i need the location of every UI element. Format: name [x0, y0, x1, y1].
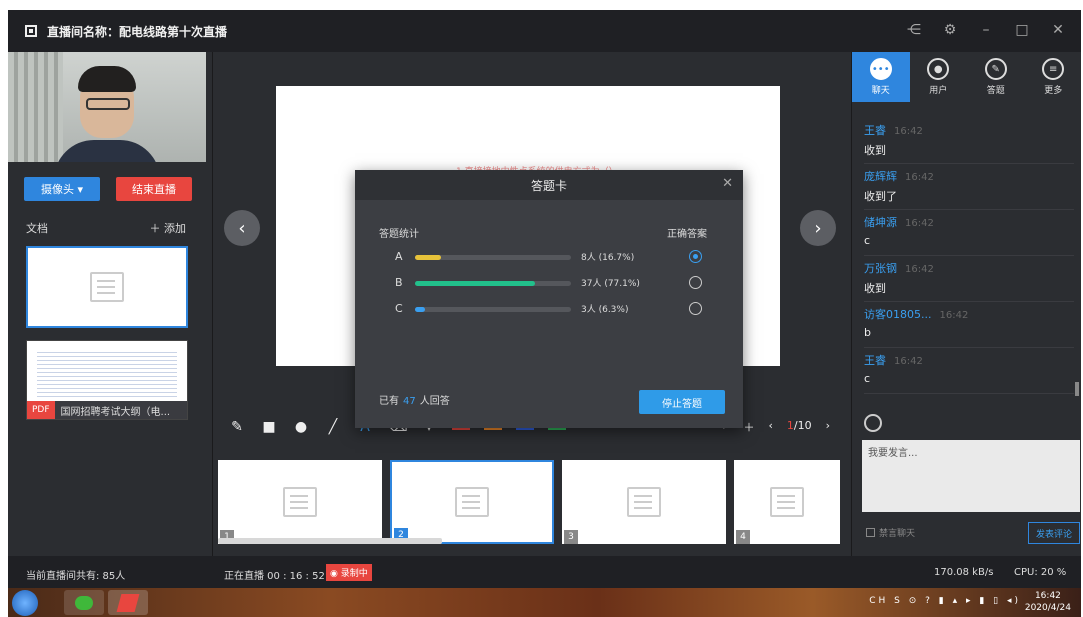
- correct-answer-radio[interactable]: [689, 302, 702, 315]
- slide-thumb-3[interactable]: 3: [562, 460, 726, 544]
- cpu-usage: CPU: 20 %: [1014, 567, 1067, 578]
- previous-slide-button[interactable]: ‹: [224, 210, 260, 246]
- line-tool-icon[interactable]: ╱: [324, 419, 342, 435]
- chat-message: 访客01805... 16:42 b: [864, 302, 1074, 348]
- add-document-button[interactable]: ＋ 添加: [150, 220, 187, 236]
- option-label: C: [395, 302, 403, 315]
- menu-icon: ≡: [1042, 58, 1065, 80]
- ban-chat-toggle[interactable]: 禁言聊天: [866, 526, 915, 539]
- circle-tool-icon[interactable]: ●: [292, 419, 310, 435]
- option-row: C 3人 (6.3%): [379, 300, 719, 320]
- settings-icon[interactable]: ⚙: [941, 22, 959, 38]
- send-comment-button[interactable]: 发表评论: [1028, 522, 1080, 544]
- document-name: 国网招聘考试大纲（电...: [60, 406, 171, 418]
- users-icon: ●: [927, 58, 950, 80]
- tab-more[interactable]: ≡ 更多: [1025, 52, 1082, 102]
- add-page-icon[interactable]: ＋: [743, 419, 754, 435]
- wechat-taskbar-icon[interactable]: [64, 590, 104, 615]
- live-app-taskbar-icon[interactable]: [108, 590, 148, 615]
- documents-label: 文档: [26, 222, 48, 235]
- answered-count: 已有 47 人回答: [379, 396, 450, 407]
- minimize-icon[interactable]: –: [977, 22, 995, 38]
- document-thumb-1[interactable]: [26, 246, 188, 328]
- pdf-badge: PDF: [27, 401, 55, 419]
- option-count: 8人 (16.7%): [581, 253, 635, 263]
- next-slide-button[interactable]: ›: [800, 210, 836, 246]
- stats-label: 答题统计: [379, 229, 419, 240]
- left-panel: 摄像头 ▾ 结束直播 文档 ＋ 添加 PDF 国网招聘考试大纲（电...: [8, 52, 213, 556]
- correct-answer-radio[interactable]: [689, 250, 702, 263]
- rectangle-tool-icon[interactable]: ■: [260, 419, 278, 435]
- camera-button[interactable]: 摄像头 ▾: [24, 177, 100, 201]
- chat-message: 储坤源 16:42 c: [864, 210, 1074, 256]
- document-icon: [90, 272, 124, 302]
- checkbox[interactable]: [866, 528, 875, 537]
- close-icon[interactable]: ✕: [722, 176, 733, 191]
- option-row: A 8人 (16.7%): [379, 248, 719, 268]
- document-icon: [455, 487, 489, 517]
- maximize-icon[interactable]: □: [1013, 22, 1031, 38]
- os-taskbar: CH S ⊙ ? ▮ ▴ ▸ ▮ ▯ ◂) 16:42 2020/4/24: [8, 588, 1081, 617]
- right-panel: ••• 聊天 ● 用户 ✎ 答题 ≡ 更多 王睿 16:42 收到 庞辉辉 16:: [851, 52, 1081, 556]
- slide-thumbnails: 1 2 3 4: [214, 458, 850, 548]
- recording-badge[interactable]: ◉ 录制中: [326, 564, 372, 581]
- document-thumb-2[interactable]: PDF 国网招聘考试大纲（电...: [26, 340, 188, 420]
- thumb-number: 4: [736, 530, 750, 544]
- live-app-window: 直播间名称：配电线路第十次直播 ⋲ ⚙ – □ ✕ 摄像头 ▾ 结束直播 文档 …: [8, 10, 1081, 588]
- system-tray[interactable]: CH S ⊙ ? ▮ ▴ ▸ ▮ ▯ ◂): [869, 596, 1021, 606]
- document-icon: [283, 487, 317, 517]
- chat-icon: •••: [869, 58, 892, 80]
- end-live-button[interactable]: 结束直播: [116, 177, 192, 201]
- pen-icon: ✎: [984, 58, 1007, 80]
- taskbar-clock[interactable]: 16:42 2020/4/24: [1025, 590, 1071, 614]
- close-icon[interactable]: ✕: [1049, 22, 1067, 38]
- option-count: 37人 (77.1%): [581, 279, 640, 289]
- share-icon[interactable]: ⋲: [905, 22, 923, 38]
- document-icon: [770, 487, 804, 517]
- window-title: 直播间名称：配电线路第十次直播: [47, 24, 228, 39]
- start-button-icon[interactable]: [12, 590, 38, 616]
- option-count: 3人 (6.3%): [581, 305, 629, 315]
- chat-message: 王睿 16:42 收到: [864, 118, 1074, 164]
- correct-answer-label: 正确答案: [667, 229, 707, 240]
- slide-thumb-1[interactable]: 1: [218, 460, 382, 544]
- answer-bar: [415, 255, 442, 260]
- pen-tool-icon[interactable]: ✎: [228, 419, 246, 435]
- dialog-title: 答题卡: [530, 178, 567, 193]
- option-label: B: [395, 276, 403, 289]
- document-icon: [627, 487, 661, 517]
- stop-answering-button[interactable]: 停止答题: [639, 390, 725, 414]
- page-next-button[interactable]: ›: [826, 419, 830, 435]
- chat-message: 王睿 16:42 c: [864, 348, 1074, 394]
- option-row: B 37人 (77.1%): [379, 274, 719, 294]
- tab-chat[interactable]: ••• 聊天: [852, 52, 910, 102]
- chat-input[interactable]: 我要发言...: [862, 440, 1080, 512]
- chat-list: 王睿 16:42 收到 庞辉辉 16:42 收到了 储坤源 16:42 c 万张钢 16…: [864, 118, 1074, 394]
- network-speed: 170.08 kB/s: [934, 567, 994, 578]
- live-timer: 正在直播 00 : 16 : 52: [224, 571, 325, 582]
- slide-thumb-2[interactable]: 2: [390, 460, 554, 544]
- correct-answer-radio[interactable]: [689, 276, 702, 289]
- option-label: A: [395, 250, 403, 263]
- thumb-number: 3: [564, 530, 578, 544]
- chat-message: 万张钢 16:42 收到: [864, 256, 1074, 302]
- chat-message: 庞辉辉 16:42 收到了: [864, 164, 1074, 210]
- thumbnail-scrollbar[interactable]: [218, 538, 442, 544]
- slide-thumb-4[interactable]: 4: [734, 460, 840, 544]
- answer-bar: [415, 307, 425, 312]
- status-bar: 当前直播间共有: 85人 正在直播 00 : 16 : 52 ◉ 录制中 170…: [8, 556, 1081, 588]
- camera-preview: [8, 52, 206, 162]
- page-prev-button[interactable]: ‹: [768, 419, 772, 435]
- title-bar: 直播间名称：配电线路第十次直播 ⋲ ⚙ – □ ✕: [8, 10, 1081, 52]
- emoji-icon[interactable]: [864, 414, 882, 432]
- online-count: 当前直播间共有: 85人: [26, 571, 126, 582]
- answer-card-dialog: 答题卡 ✕ 答题统计 正确答案 A 8人 (16.7%) B 37人 (77.1…: [355, 170, 743, 428]
- app-logo-icon: [25, 25, 37, 37]
- tab-quiz[interactable]: ✎ 答题: [967, 52, 1025, 102]
- tab-users[interactable]: ● 用户: [910, 52, 968, 102]
- answer-bar: [415, 281, 536, 286]
- page-indicator: 1/10: [786, 419, 812, 432]
- chat-scrollbar[interactable]: [1075, 382, 1079, 396]
